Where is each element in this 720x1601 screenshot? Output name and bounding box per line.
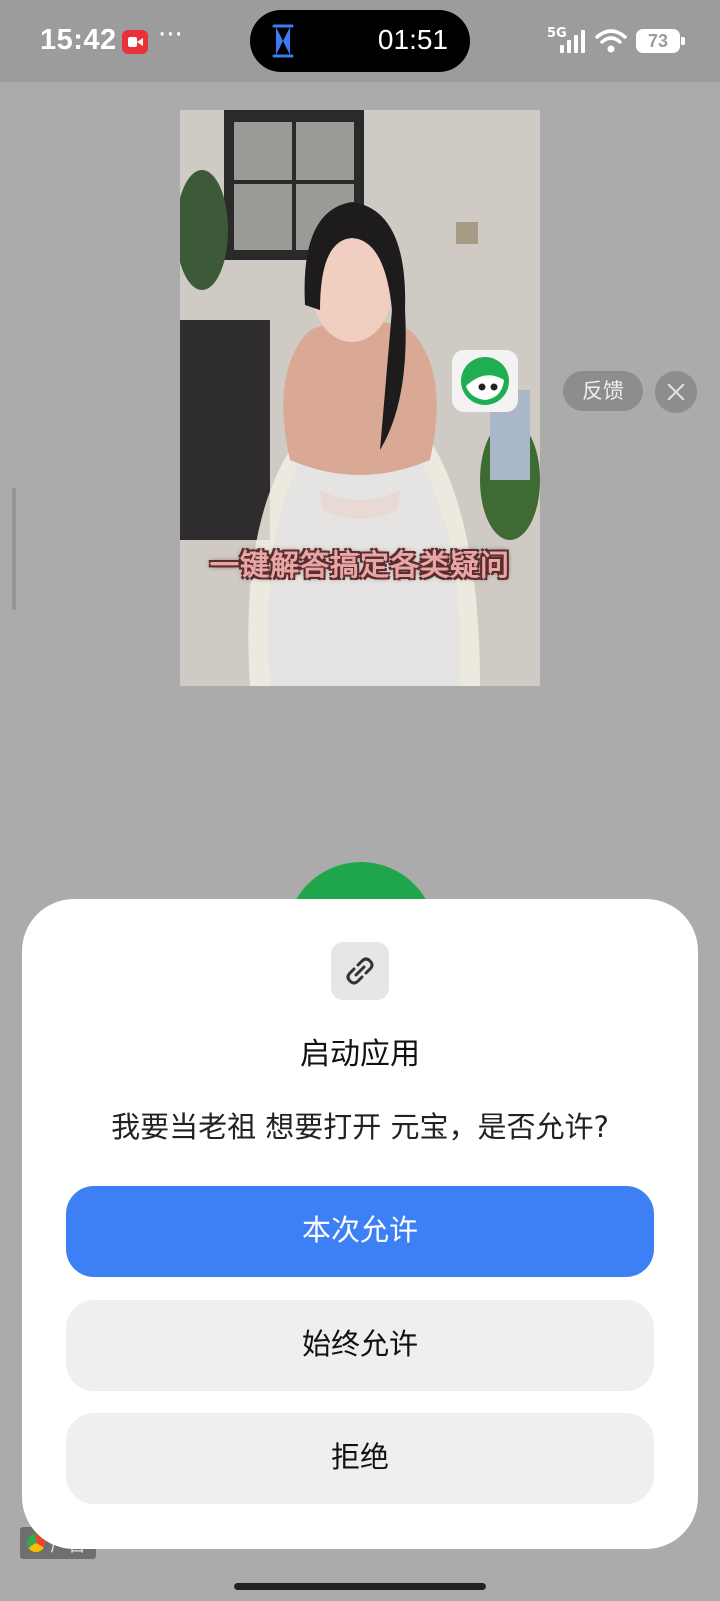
close-ad-button[interactable] [655,371,697,413]
screen-record-icon [122,30,148,54]
hourglass-icon [272,24,294,58]
wifi-icon [595,29,627,53]
deny-button[interactable]: 拒绝 [66,1413,654,1504]
ad-video[interactable]: 一键解答搞定各类疑问 [180,110,540,686]
dialog-title: 启动应用 [300,1037,420,1072]
dynamic-island-timer[interactable]: 01:51 [250,10,470,72]
allow-once-button[interactable]: 本次允许 [66,1186,654,1277]
launch-app-dialog: 启动应用 我要当老祖 想要打开 元宝，是否允许? 本次允许 始终允许 拒绝 [22,899,698,1549]
home-indicator[interactable] [234,1583,486,1590]
screen: 15:42 ··· 01:51 5G 73 一键解答搞定各类疑问 反馈 启动应用… [0,0,720,1601]
ad-caption: 一键解答搞定各类疑问 [209,548,510,582]
status-bar: 15:42 ··· 01:51 5G 73 [0,0,720,82]
feedback-button[interactable]: 反馈 [563,371,643,411]
battery-indicator: 73 [636,29,685,53]
link-icon-tile [331,942,389,1000]
app-logo-icon [461,357,509,405]
signal-icon [560,30,585,53]
side-scroll-handle[interactable] [12,488,16,610]
dialog-message: 我要当老祖 想要打开 元宝，是否允许? [111,1110,609,1144]
timer-readout: 01:51 [377,24,448,55]
app-logo-tile [452,350,518,412]
status-time: 15:42 [40,24,117,56]
always-allow-button[interactable]: 始终允许 [66,1300,654,1391]
link-icon [346,957,374,985]
more-notifications-icon: ··· [158,20,183,50]
